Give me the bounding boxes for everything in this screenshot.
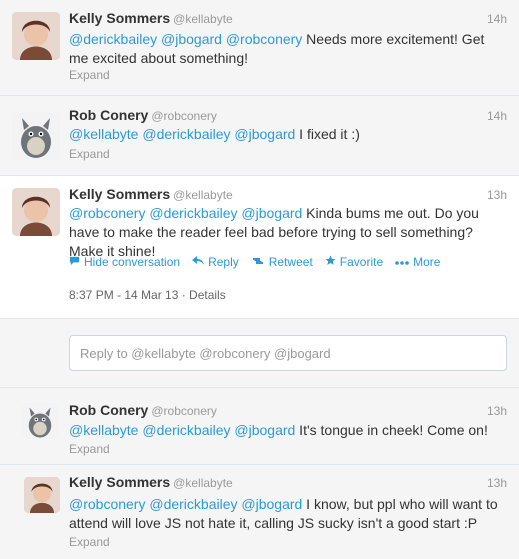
mentions[interactable]: @derickbailey @jbogard @robconery xyxy=(69,31,302,47)
tweet-5[interactable]: Kelly Sommers @kellabyte 13h @robconery @… xyxy=(0,465,519,559)
author-handle[interactable]: @robconery xyxy=(151,109,217,123)
favorite-button[interactable]: Favorite xyxy=(325,255,383,269)
expand-link[interactable]: Expand xyxy=(69,442,110,456)
more-dots-icon xyxy=(395,255,409,269)
tweet-time[interactable]: 13h xyxy=(487,404,507,418)
author-handle[interactable]: @kellabyte xyxy=(173,188,233,202)
author-handle[interactable]: @kellabyte xyxy=(173,476,233,490)
tweet-text: @kellabyte @derickbailey @jbogard I fixe… xyxy=(69,126,360,142)
avatar[interactable] xyxy=(12,188,60,236)
retweet-button[interactable]: Retweet xyxy=(251,255,313,269)
tweet-time[interactable]: 14h xyxy=(487,109,507,123)
tweet-timestamp-details[interactable]: 8:37 PM - 14 Mar 13 · Details xyxy=(69,288,226,302)
mentions[interactable]: @kellabyte @derickbailey @jbogard xyxy=(69,126,295,142)
star-icon xyxy=(325,255,336,269)
avatar[interactable] xyxy=(22,403,58,439)
avatar[interactable] xyxy=(24,477,60,513)
tweet-1[interactable]: Kelly Sommers @kellabyte 14h @derickbaile… xyxy=(0,0,519,96)
hide-conversation-button[interactable]: Hide conversation xyxy=(69,255,180,269)
reply-button[interactable]: Reply xyxy=(192,255,239,269)
mentions[interactable]: @robconery @derickbailey @jbogard xyxy=(69,205,302,221)
tweet-text: @robconery @derickbailey @jbogard I know… xyxy=(69,496,498,531)
tweet-text: @kellabyte @derickbailey @jbogard It's t… xyxy=(69,422,488,438)
reply-arrow-icon xyxy=(192,255,205,269)
author-handle[interactable]: @kellabyte xyxy=(173,12,233,26)
tweet-3-expanded[interactable]: Kelly Sommers @kellabyte 13h @robconery @… xyxy=(0,176,519,319)
author-name[interactable]: Kelly Sommers @kellabyte xyxy=(69,186,233,202)
avatar[interactable] xyxy=(12,12,60,60)
expand-link[interactable]: Expand xyxy=(69,147,110,161)
tweet-time[interactable]: 14h xyxy=(487,12,507,26)
more-button[interactable]: More xyxy=(395,255,440,269)
expand-link[interactable]: Expand xyxy=(69,68,110,82)
avatar[interactable] xyxy=(12,112,60,160)
mentions[interactable]: @kellabyte @derickbailey @jbogard xyxy=(69,422,295,438)
author-handle[interactable]: @robconery xyxy=(151,404,217,418)
retweet-icon xyxy=(251,255,265,269)
author-name[interactable]: Rob Conery @robconery xyxy=(69,402,217,418)
tweet-text: @derickbailey @jbogard @robconery Needs … xyxy=(69,31,485,66)
tweet-time[interactable]: 13h xyxy=(487,188,507,202)
author-name[interactable]: Kelly Sommers @kellabyte xyxy=(69,474,233,490)
tweet-time[interactable]: 13h xyxy=(487,476,507,490)
mentions[interactable]: @robconery @derickbailey @jbogard xyxy=(69,496,302,512)
author-name[interactable]: Kelly Sommers @kellabyte xyxy=(69,10,233,26)
tweet-2[interactable]: Rob Conery @robconery 14h @kellabyte @der… xyxy=(0,96,519,176)
author-name[interactable]: Rob Conery @robconery xyxy=(69,107,217,123)
tweet-text: @robconery @derickbailey @jbogard Kinda … xyxy=(69,205,479,259)
tweet-4[interactable]: Rob Conery @robconery 13h @kellabyte @der… xyxy=(0,389,519,465)
tweet-actions: Hide conversation Reply Retweet Favorite… xyxy=(69,255,440,269)
expand-link[interactable]: Expand xyxy=(69,535,110,549)
speech-bubble-icon xyxy=(69,255,80,269)
reply-input[interactable]: Reply to @kellabyte @robconery @jbogard xyxy=(69,335,507,371)
